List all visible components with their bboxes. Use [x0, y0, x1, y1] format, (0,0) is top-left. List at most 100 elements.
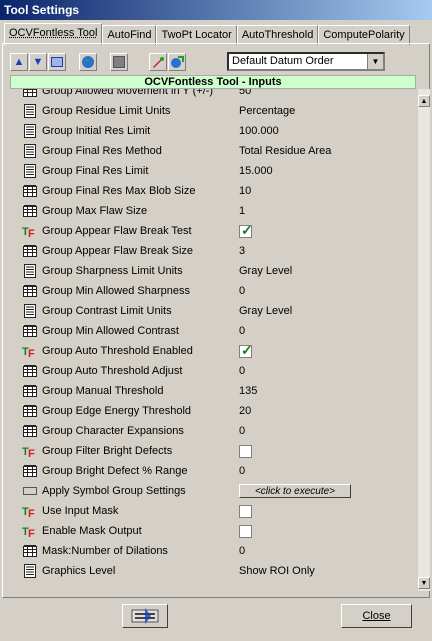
property-value[interactable]: 0: [239, 545, 245, 557]
property-row[interactable]: Apply Symbol Group Settings <click to exe…: [10, 481, 416, 501]
grid-icon: [22, 203, 38, 219]
move-down-button[interactable]: ▼: [29, 53, 47, 71]
property-label: Group Bright Defect % Range: [42, 465, 188, 477]
grid-icon: [22, 423, 38, 439]
property-label: Group Filter Bright Defects: [42, 445, 173, 457]
move-up-button[interactable]: ▲: [10, 53, 28, 71]
section-title: OCVFontless Tool - Inputs: [10, 75, 416, 89]
property-row[interactable]: T F Group Filter Bright Defects: [10, 441, 416, 461]
globe-icon: [82, 56, 94, 68]
property-row[interactable]: Group Final Res Method Total Residue Area: [10, 141, 416, 161]
keyboard-icon: [131, 608, 159, 624]
property-row[interactable]: Group Final Res Limit 15.000: [10, 161, 416, 181]
property-value[interactable]: 15.000: [239, 165, 273, 177]
property-row[interactable]: T F Group Appear Flaw Break Test ✓: [10, 221, 416, 241]
property-row[interactable]: Group Edge Energy Threshold 20: [10, 401, 416, 421]
property-label: Group Final Res Max Blob Size: [42, 185, 196, 197]
property-row[interactable]: Group Manual Threshold 135: [10, 381, 416, 401]
property-value[interactable]: 0: [239, 285, 245, 297]
property-value[interactable]: 20: [239, 405, 251, 417]
grid-icon: [22, 283, 38, 299]
svg-text:F: F: [28, 448, 35, 458]
property-row[interactable]: Mask:Number of Dilations 0: [10, 541, 416, 561]
property-value[interactable]: 50: [239, 89, 251, 97]
property-value[interactable]: Total Residue Area: [239, 145, 331, 157]
property-checkbox[interactable]: [239, 444, 252, 458]
pencil-color-icon: [153, 57, 164, 68]
button-icon: [22, 483, 38, 499]
select-all-button[interactable]: [48, 53, 66, 71]
property-label: Group Final Res Method: [42, 145, 162, 157]
property-value[interactable]: 3: [239, 245, 245, 257]
property-checkbox[interactable]: [239, 504, 252, 518]
property-value[interactable]: Show ROI Only: [239, 565, 315, 577]
property-value[interactable]: 10: [239, 185, 251, 197]
grid-icon: [22, 183, 38, 199]
vertical-scrollbar[interactable]: ▲ ▼: [418, 89, 430, 591]
property-row[interactable]: Group Allowed Movement in Y (+/-) 50: [10, 89, 416, 101]
property-label: Apply Symbol Group Settings: [42, 485, 186, 497]
list-icon: [22, 303, 38, 319]
keyboard-button[interactable]: [122, 604, 168, 628]
property-value[interactable]: 0: [239, 465, 245, 477]
tab-ocvfontless-tool[interactable]: OCVFontless Tool: [4, 23, 103, 45]
property-value[interactable]: 135: [239, 385, 257, 397]
property-label: Group Auto Threshold Adjust: [42, 365, 183, 377]
list-icon: [22, 103, 38, 119]
property-checkbox[interactable]: ✓: [239, 221, 253, 238]
property-label: Group Character Expansions: [42, 425, 184, 437]
property-row[interactable]: Graphics Level Show ROI Only: [10, 561, 416, 581]
close-button[interactable]: Close: [341, 604, 412, 628]
chevron-down-icon[interactable]: ▼: [367, 54, 383, 69]
tf-icon: TF: [22, 503, 38, 519]
property-row[interactable]: Group Bright Defect % Range 0: [10, 461, 416, 481]
execute-button[interactable]: <click to execute>: [239, 484, 351, 498]
save-button[interactable]: [110, 53, 128, 71]
svg-text:F: F: [28, 228, 35, 238]
property-value[interactable]: 0: [239, 425, 245, 437]
property-row[interactable]: T F Use Input Mask: [10, 501, 416, 521]
scroll-up-icon[interactable]: ▲: [418, 95, 430, 107]
property-value[interactable]: Gray Level: [239, 305, 292, 317]
property-value[interactable]: Percentage: [239, 105, 295, 117]
property-row[interactable]: Group Min Allowed Contrast 0: [10, 321, 416, 341]
property-row[interactable]: Group Max Flaw Size 1: [10, 201, 416, 221]
property-row[interactable]: Group Final Res Max Blob Size 10: [10, 181, 416, 201]
tf-icon: TF: [22, 343, 38, 359]
property-value[interactable]: 1: [239, 205, 245, 217]
svg-text:F: F: [28, 508, 35, 518]
tab-computepolarity[interactable]: ComputePolarity: [318, 25, 410, 45]
property-value[interactable]: 0: [239, 365, 245, 377]
tab-twopt-locator[interactable]: TwoPt Locator: [156, 25, 237, 45]
property-label: Group Residue Limit Units: [42, 105, 171, 117]
tab-autothreshold[interactable]: AutoThreshold: [236, 25, 319, 45]
property-row[interactable]: T F Enable Mask Output: [10, 521, 416, 541]
property-checkbox[interactable]: [239, 524, 252, 538]
property-value[interactable]: Gray Level: [239, 265, 292, 277]
globe-settings-icon: [171, 56, 184, 68]
world-settings-button[interactable]: [168, 53, 186, 71]
edit-color-button[interactable]: [149, 53, 167, 71]
property-row[interactable]: T F Group Auto Threshold Enabled ✓: [10, 341, 416, 361]
property-row[interactable]: Group Contrast Limit Units Gray Level: [10, 301, 416, 321]
property-row[interactable]: Group Appear Flaw Break Size 3: [10, 241, 416, 261]
property-row[interactable]: Group Sharpness Limit Units Gray Level: [10, 261, 416, 281]
property-checkbox[interactable]: ✓: [239, 341, 253, 358]
datum-order-select[interactable]: Default Datum Order ▼: [227, 52, 385, 71]
globe-button[interactable]: [79, 53, 97, 71]
property-label: Group Appear Flaw Break Size: [42, 245, 194, 257]
scroll-down-icon[interactable]: ▼: [418, 577, 430, 589]
checkmark-icon: ✓: [241, 341, 253, 358]
property-value[interactable]: 100.000: [239, 125, 279, 137]
svg-text:F: F: [28, 348, 35, 358]
property-row[interactable]: Group Auto Threshold Adjust 0: [10, 361, 416, 381]
property-row[interactable]: Group Initial Res Limit 100.000: [10, 121, 416, 141]
property-value[interactable]: 0: [239, 325, 245, 337]
property-row[interactable]: Group Residue Limit Units Percentage: [10, 101, 416, 121]
property-row[interactable]: Group Min Allowed Sharpness 0: [10, 281, 416, 301]
tab-autofind[interactable]: AutoFind: [102, 25, 157, 45]
datum-order-value: Default Datum Order: [232, 55, 334, 67]
property-row[interactable]: Group Character Expansions 0: [10, 421, 416, 441]
checkmark-icon: ✓: [241, 221, 253, 238]
close-button-label: Close: [362, 610, 391, 622]
